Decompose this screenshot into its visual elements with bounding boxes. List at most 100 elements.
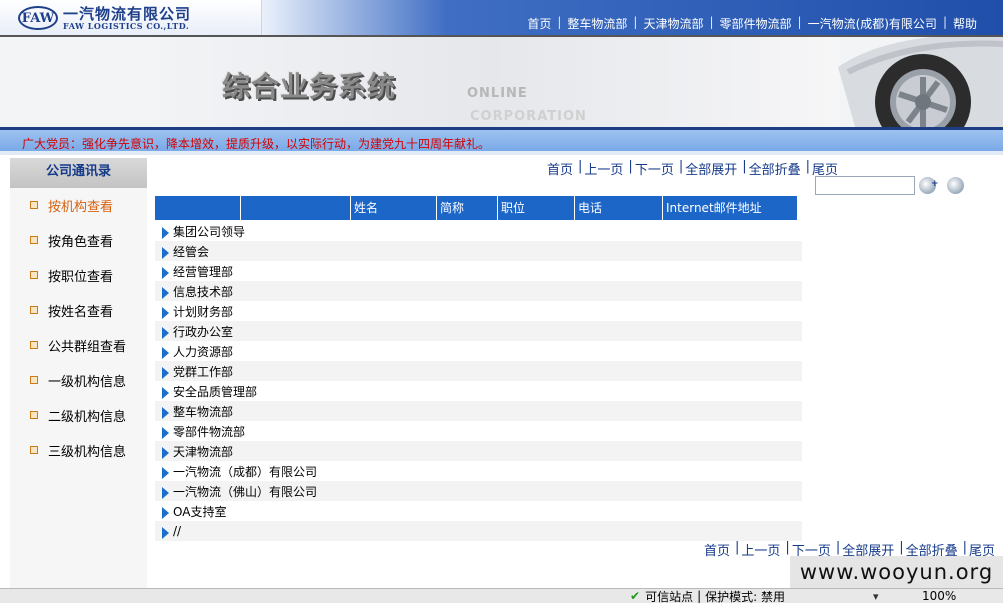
table-row[interactable]: 计划财务部 bbox=[155, 301, 802, 321]
nav-separator: | bbox=[557, 15, 562, 29]
nav-vehicle-logistics[interactable]: 整车物流部 bbox=[567, 15, 627, 32]
row-label: 经营管理部 bbox=[173, 264, 234, 279]
nav-parts-logistics[interactable]: 零部件物流部 bbox=[720, 15, 792, 32]
expand-arrow-icon[interactable] bbox=[162, 426, 169, 439]
top-bar: FAW 一汽物流有限公司 FAW LOGISTICS CO.,LTD. 首页 |… bbox=[0, 0, 1003, 35]
row-label: 党群工作部 bbox=[173, 364, 234, 379]
pager-prev[interactable]: 上一页 bbox=[584, 159, 623, 178]
expand-arrow-icon[interactable] bbox=[162, 326, 169, 339]
column-header-short-name[interactable]: 简称 bbox=[437, 196, 498, 220]
notice-bar: 广大党员：强化争先意识，降本增效，提质升级，以实际行动，为建党九十四周年献礼。 bbox=[0, 127, 1003, 155]
table-row[interactable]: 行政办公室 bbox=[155, 321, 802, 341]
row-label: 集团公司领导 bbox=[173, 224, 246, 239]
table-row[interactable]: 经管会 bbox=[155, 241, 802, 261]
expand-arrow-icon[interactable] bbox=[162, 506, 169, 519]
sidebar-item-label: 按机构查看 bbox=[48, 199, 114, 215]
nav-separator: | bbox=[709, 15, 714, 29]
expand-arrow-icon[interactable] bbox=[162, 386, 169, 399]
sidebar-item-level3-org[interactable]: 三级机构信息 bbox=[30, 440, 126, 460]
sidebar-item-level2-org[interactable]: 二级机构信息 bbox=[30, 405, 126, 425]
bullet-icon bbox=[30, 201, 38, 209]
pager-separator: | bbox=[735, 540, 740, 555]
row-label: 人力资源部 bbox=[173, 344, 234, 359]
sidebar-item-label: 按职位查看 bbox=[48, 269, 114, 285]
pager-next[interactable]: 下一页 bbox=[635, 159, 674, 178]
column-header-name[interactable]: 姓名 bbox=[351, 196, 437, 220]
nav-separator: | bbox=[797, 15, 802, 29]
sidebar-item-level1-org[interactable]: 一级机构信息 bbox=[30, 370, 126, 390]
expand-arrow-icon[interactable] bbox=[162, 346, 169, 359]
column-header-blank bbox=[155, 196, 241, 220]
expand-arrow-icon[interactable] bbox=[162, 226, 169, 239]
row-label: 天津物流部 bbox=[173, 444, 234, 459]
search-input[interactable] bbox=[815, 176, 915, 195]
table-row[interactable]: OA支持室 bbox=[155, 501, 802, 521]
table-row[interactable]: 天津物流部 bbox=[155, 441, 802, 461]
sidebar-item-by-org[interactable]: 按机构查看 bbox=[30, 195, 113, 215]
bullet-icon bbox=[30, 236, 38, 244]
table-row[interactable]: 集团公司领导 bbox=[155, 221, 802, 241]
pager-separator: | bbox=[742, 159, 747, 174]
pager-first[interactable]: 首页 bbox=[547, 159, 573, 178]
sidebar-item-by-role[interactable]: 按角色查看 bbox=[30, 230, 113, 250]
column-header-email[interactable]: Internet邮件地址 bbox=[663, 196, 797, 220]
row-label: 经管会 bbox=[173, 244, 210, 259]
nav-home[interactable]: 首页 bbox=[527, 15, 551, 32]
table-row[interactable]: 经营管理部 bbox=[155, 261, 802, 281]
expand-arrow-icon[interactable] bbox=[162, 286, 169, 299]
pager-first[interactable]: 首页 bbox=[704, 540, 730, 559]
expand-arrow-icon[interactable] bbox=[162, 526, 169, 539]
org-tree: 集团公司领导 经管会 经营管理部 信息技术部 计划财务部 行政办公室 人力资源部… bbox=[155, 221, 802, 541]
pager-separator: | bbox=[805, 159, 811, 174]
table-row[interactable]: 人力资源部 bbox=[155, 341, 802, 361]
expand-arrow-icon[interactable] bbox=[162, 446, 169, 459]
pager-separator: | bbox=[628, 159, 633, 174]
expand-arrow-icon[interactable] bbox=[162, 486, 169, 499]
sidebar-item-by-position[interactable]: 按职位查看 bbox=[30, 265, 113, 285]
banner-online-text: ONLINE bbox=[467, 86, 528, 101]
nav-separator: | bbox=[633, 15, 638, 29]
expand-arrow-icon[interactable] bbox=[162, 266, 169, 279]
column-header-phone[interactable]: 电话 bbox=[575, 196, 663, 220]
sidebar-item-by-name[interactable]: 按姓名查看 bbox=[30, 300, 113, 320]
sidebar-item-label: 公共群组查看 bbox=[48, 339, 127, 355]
table-row[interactable]: 信息技术部 bbox=[155, 281, 802, 301]
nav-tianjin-logistics[interactable]: 天津物流部 bbox=[643, 15, 703, 32]
table-row[interactable]: // bbox=[155, 521, 802, 541]
column-header-position[interactable]: 职位 bbox=[498, 196, 575, 220]
row-label: 安全品质管理部 bbox=[173, 384, 258, 399]
company-logo[interactable]: FAW 一汽物流有限公司 FAW LOGISTICS CO.,LTD. bbox=[0, 0, 262, 35]
bullet-icon bbox=[30, 446, 38, 454]
table-row[interactable]: 整车物流部 bbox=[155, 401, 802, 421]
protected-mode-text: 保护模式: 禁用 bbox=[705, 589, 785, 604]
table-row[interactable]: 零部件物流部 bbox=[155, 421, 802, 441]
nav-chengdu[interactable]: 一汽物流(成都)有限公司 bbox=[808, 15, 937, 32]
sidebar-item-public-groups[interactable]: 公共群组查看 bbox=[30, 335, 126, 355]
check-icon: ✔ bbox=[630, 589, 641, 603]
advanced-search-icon[interactable] bbox=[947, 177, 964, 194]
sidebar-item-label: 按角色查看 bbox=[48, 234, 114, 250]
expand-arrow-icon[interactable] bbox=[162, 246, 169, 259]
trusted-site-text: 可信站点 bbox=[645, 589, 694, 604]
sidebar-title: 公司通讯录 bbox=[10, 158, 147, 188]
column-header-blank bbox=[241, 196, 351, 220]
expand-arrow-icon[interactable] bbox=[162, 406, 169, 419]
table-row[interactable]: 安全品质管理部 bbox=[155, 381, 802, 401]
faw-logo-icon: FAW bbox=[18, 6, 58, 30]
bullet-icon bbox=[30, 271, 38, 279]
expand-arrow-icon[interactable] bbox=[162, 466, 169, 479]
banner: 综合业务系统 ONLINE CORPORATION bbox=[0, 35, 1003, 127]
expand-arrow-icon[interactable] bbox=[162, 306, 169, 319]
table-row[interactable]: 党群工作部 bbox=[155, 361, 802, 381]
pager-prev[interactable]: 上一页 bbox=[741, 540, 780, 559]
pager-collapse-all[interactable]: 全部折叠 bbox=[749, 159, 801, 178]
zoom-level[interactable]: 100% bbox=[922, 589, 956, 603]
search-icon[interactable]: + bbox=[919, 177, 939, 194]
pager-expand-all[interactable]: 全部展开 bbox=[685, 159, 737, 178]
nav-help[interactable]: 帮助 bbox=[953, 15, 977, 32]
bullet-icon bbox=[30, 306, 38, 314]
table-row[interactable]: 一汽物流（佛山）有限公司 bbox=[155, 481, 802, 501]
zoom-dropdown-icon[interactable]: ▾ bbox=[873, 590, 879, 603]
table-row[interactable]: 一汽物流（成都）有限公司 bbox=[155, 461, 802, 481]
expand-arrow-icon[interactable] bbox=[162, 366, 169, 379]
